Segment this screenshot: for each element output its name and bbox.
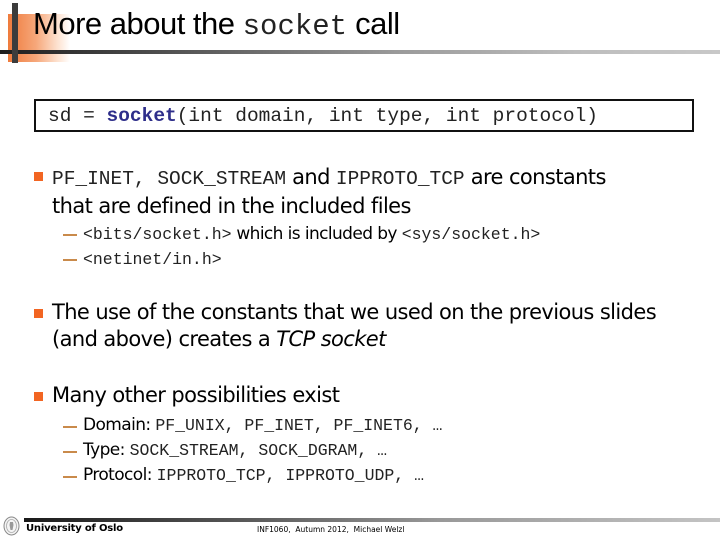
code-signature-box: sd = socket(int domain, int type, int pr… [34, 99, 694, 132]
code: PF_UNIX, PF_INET, PF_INET6, … [155, 416, 443, 435]
sub-item-protocol: Protocol: IPPROTO_TCP, IPPROTO_UDP, … [83, 464, 424, 487]
footer-course-info: INF1060, Autumn 2012, Michael Welzl [257, 525, 405, 534]
header-file-code: <netinet/in.h> [83, 250, 222, 269]
label: Type: [83, 440, 130, 460]
sub-bullet-dash-icon [63, 234, 77, 236]
bullet-3-line-1: Many other possibilities exist [52, 383, 340, 407]
university-seal-icon [3, 516, 20, 536]
bullet-2-line-1: The use of the constants that we used on… [52, 300, 657, 324]
label: Domain: [83, 415, 156, 435]
sub-item-netinet: <netinet/in.h> [83, 248, 222, 271]
footer-university: University of Oslo [26, 523, 123, 534]
slide-title: More about the socket call [33, 6, 400, 43]
sub-item-type: Type: SOCK_STREAM, SOCK_DGRAM, … [83, 439, 387, 462]
sub-bullet-dash-icon [63, 476, 77, 478]
bullet-1-line-1: PF_INET, SOCK_STREAM and IPPROTO_TCP are… [52, 163, 606, 194]
sub-bullet-dash-icon [63, 451, 77, 453]
code-function-name: socket [106, 105, 177, 127]
sub-bullet-dash-icon [63, 426, 77, 428]
label: Protocol: [83, 465, 157, 485]
code-lhs: sd = [48, 105, 107, 127]
sub-item-bits-socket: <bits/socket.h> which is included by <sy… [83, 223, 540, 246]
bullet-icon [34, 172, 43, 181]
code: SOCK_STREAM, SOCK_DGRAM, … [129, 441, 388, 460]
code: IPPROTO_TCP, IPPROTO_UDP, … [156, 466, 424, 485]
bullet-1-line-2: that are defined in the included files [52, 194, 411, 218]
title-code: socket [242, 10, 348, 43]
header-rule [0, 50, 720, 54]
code-args: (int domain, int type, int protocol) [176, 105, 599, 127]
text: and [286, 165, 336, 189]
constants-code: PF_INET, SOCK_STREAM [52, 168, 287, 190]
sub-item-domain: Domain: PF_UNIX, PF_INET, PF_INET6, … [83, 414, 442, 437]
bullet-icon [34, 309, 43, 318]
emphasis-text: TCP socket [276, 327, 386, 351]
bullet-icon [34, 392, 43, 401]
bullet-2-line-2: (and above) creates a TCP socket [52, 325, 386, 354]
text: (and above) creates a [52, 327, 277, 351]
footer-rule [24, 518, 720, 522]
protocol-code: IPPROTO_TCP [335, 168, 465, 190]
text: which is included by [231, 224, 402, 244]
header-vertical-bar [12, 3, 18, 63]
sub-bullet-dash-icon [63, 259, 77, 261]
header-file-code: <sys/socket.h> [401, 225, 541, 244]
title-text-suffix: call [347, 6, 400, 41]
text: are constants [464, 165, 607, 189]
title-text-prefix: More about the [33, 6, 243, 41]
header-file-code: <bits/socket.h> [83, 225, 232, 244]
